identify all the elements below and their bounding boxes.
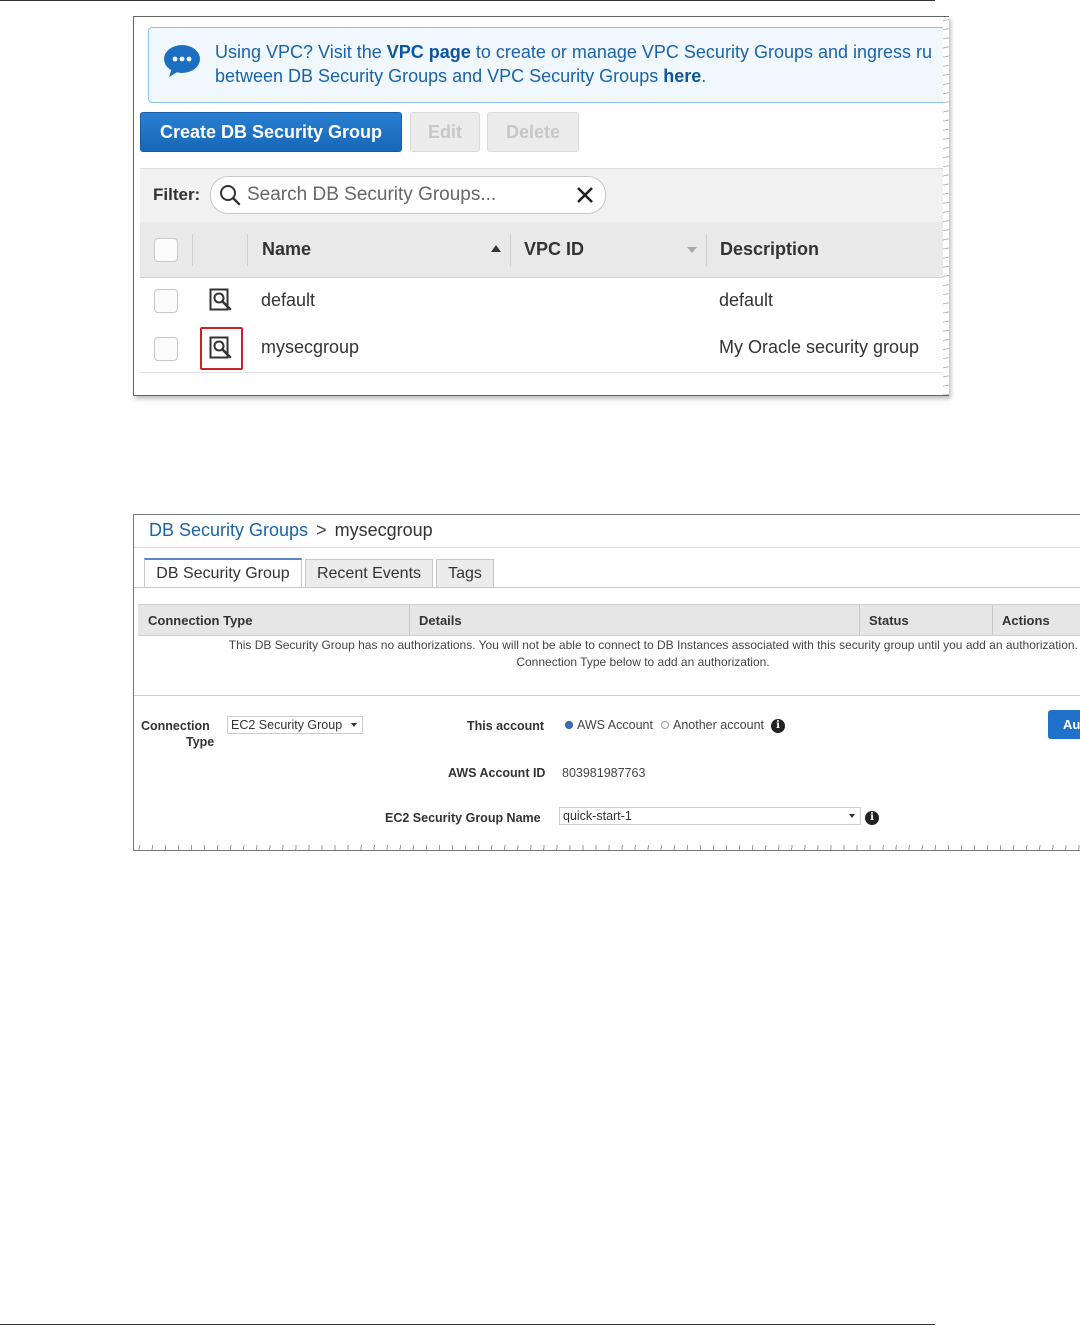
magnify-details-icon[interactable] xyxy=(209,336,233,360)
connection-type-label-line2: Type xyxy=(186,735,215,749)
row-name: default xyxy=(261,290,316,310)
search-icon xyxy=(220,185,241,206)
info-icon[interactable]: i xyxy=(865,811,879,825)
tab-recent-events[interactable]: Recent Events xyxy=(305,559,433,587)
search-box xyxy=(210,176,606,214)
aws-account-radio-label: AWS Account xyxy=(577,718,653,732)
connection-type-value: EC2 Security Group xyxy=(231,718,343,732)
breadcrumb-db-security-groups-link[interactable]: DB Security Groups xyxy=(149,520,308,540)
notice-line1-suffix: to create or manage VPC Security Groups … xyxy=(475,42,933,62)
sort-ascending-icon[interactable] xyxy=(491,245,501,252)
column-divider xyxy=(992,605,993,635)
details-column-header[interactable]: Details xyxy=(419,613,462,628)
column-divider xyxy=(247,234,248,266)
torn-edge xyxy=(943,17,949,395)
create-db-security-group-button[interactable]: Create DB Security Group xyxy=(140,112,402,152)
db-security-groups-list-panel: Using VPC? Visit the VPC page to create … xyxy=(133,16,949,396)
sort-icon[interactable] xyxy=(687,247,697,253)
message-line-1: This DB Security Group has no authorizat… xyxy=(228,638,1080,652)
search-input[interactable] xyxy=(245,183,569,207)
select-all-checkbox[interactable] xyxy=(154,238,178,262)
section-divider xyxy=(134,695,1080,696)
description-column-header[interactable]: Description xyxy=(720,239,819,260)
breadcrumb-current: mysecgroup xyxy=(334,520,433,540)
ec2-security-group-name-select[interactable]: quick-start-1 xyxy=(559,807,861,825)
bottom-rule xyxy=(0,1324,935,1325)
aws-account-radio[interactable] xyxy=(565,721,573,729)
tabs-baseline xyxy=(134,587,1080,588)
table-row[interactable]: mysecgroup My Oracle security group xyxy=(140,325,949,373)
vpc-id-column-header[interactable]: VPC ID xyxy=(524,239,584,260)
close-icon[interactable] xyxy=(575,185,595,205)
breadcrumb-separator: > xyxy=(316,520,327,540)
row-name: mysecgroup xyxy=(261,337,360,357)
notice-line1-prefix: Using VPC? Visit the xyxy=(215,42,382,62)
edit-button[interactable]: Edit xyxy=(410,112,480,152)
tab-tags[interactable]: Tags xyxy=(436,559,494,587)
top-rule xyxy=(0,0,935,1)
row-checkbox[interactable] xyxy=(154,289,178,313)
column-divider xyxy=(409,605,410,635)
row-description: default xyxy=(719,290,774,310)
aws-account-id-value: 803981987763 xyxy=(562,766,646,780)
this-account-label: This account xyxy=(467,719,545,733)
vpc-notice: Using VPC? Visit the VPC page to create … xyxy=(148,27,949,103)
aws-account-id-label: AWS Account ID xyxy=(448,766,546,780)
filter-bar: Filter: xyxy=(140,168,949,224)
message-line-2: Connection Type below to add an authoriz… xyxy=(516,655,770,669)
magnify-details-icon[interactable] xyxy=(209,288,233,312)
info-icon[interactable]: i xyxy=(771,719,785,733)
table-row[interactable]: default default xyxy=(140,278,949,326)
vpc-page-link[interactable]: VPC page xyxy=(387,42,471,62)
column-divider xyxy=(706,234,707,266)
connection-type-select[interactable]: EC2 Security Group xyxy=(227,716,363,734)
column-divider xyxy=(859,605,860,635)
actions-column-header[interactable]: Actions xyxy=(1002,613,1050,628)
db-security-group-detail-panel: DB Security Groups > mysecgroup DB Securit… xyxy=(133,514,1080,851)
ec2-security-group-name-label: EC2 Security Group Name xyxy=(385,811,541,825)
no-authorizations-message: This DB Security Group has no authorizat… xyxy=(134,637,1080,671)
chevron-down-icon xyxy=(351,723,357,727)
ec2-security-group-name-value: quick-start-1 xyxy=(563,809,632,823)
breadcrumb: DB Security Groups > mysecgroup xyxy=(149,520,433,541)
name-column-header[interactable]: Name xyxy=(262,239,311,260)
another-account-radio[interactable] xyxy=(661,721,669,729)
chevron-down-icon xyxy=(849,814,855,818)
notice-text: Using VPC? Visit the VPC page to create … xyxy=(215,40,932,88)
authorize-button[interactable]: Au xyxy=(1048,710,1080,739)
chat-bubble-icon xyxy=(164,45,200,77)
connection-type-column-header[interactable]: Connection Type xyxy=(148,613,252,628)
another-account-radio-label: Another account xyxy=(673,718,765,732)
connection-type-label-line1: Connection xyxy=(141,719,210,733)
delete-button[interactable]: Delete xyxy=(487,112,579,152)
column-divider xyxy=(192,234,193,266)
notice-line2-suffix: . xyxy=(701,66,707,86)
filter-label: Filter: xyxy=(153,185,201,204)
tab-db-security-group[interactable]: DB Security Group xyxy=(144,558,302,588)
row-description: My Oracle security group xyxy=(719,337,920,357)
authorizations-grid-header: Connection Type Details Status Actions xyxy=(138,604,1080,636)
breadcrumb-divider xyxy=(134,547,1080,548)
column-divider xyxy=(510,234,511,266)
torn-edge xyxy=(134,845,1080,850)
status-column-header[interactable]: Status xyxy=(869,613,909,628)
row-checkbox[interactable] xyxy=(154,337,178,361)
table-header: Name VPC ID Description xyxy=(140,222,949,278)
notice-line2-prefix: between DB Security Groups and VPC Secur… xyxy=(215,66,659,86)
here-link[interactable]: here xyxy=(663,66,701,86)
